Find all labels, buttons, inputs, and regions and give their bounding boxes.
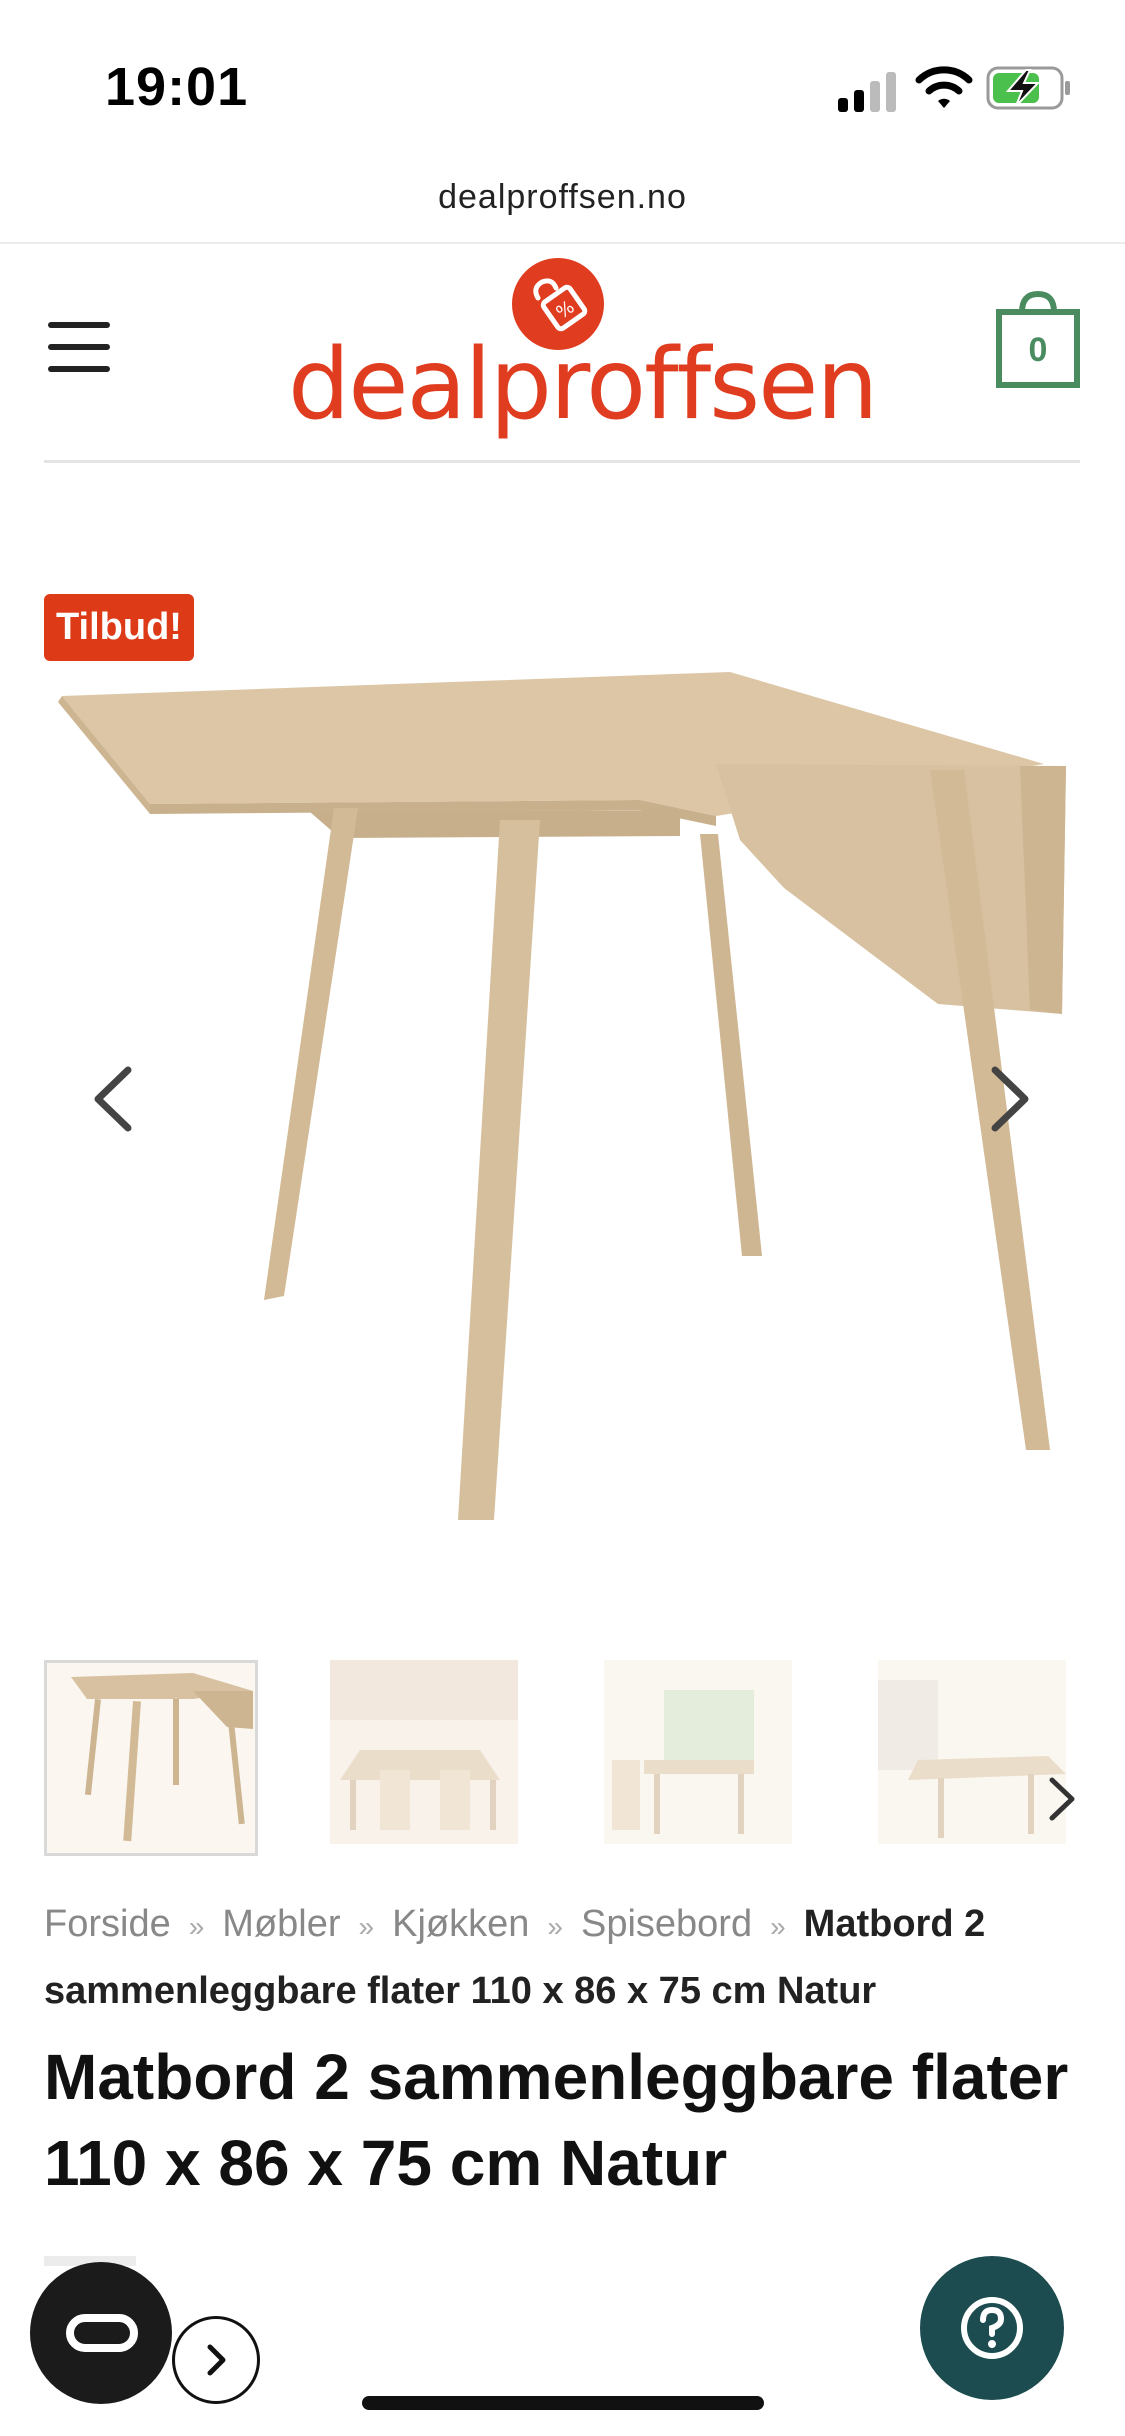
status-bar: 19:01 dealproffsen.no [0,0,1125,216]
thumbnail-4[interactable] [878,1660,1066,1844]
question-icon [961,2297,1023,2359]
breadcrumb-link-mobler[interactable]: Møbler [222,1903,340,1945]
breadcrumb-separator: » [358,1911,375,1942]
battery-charging-icon [986,66,1070,110]
cart-count[interactable]: 0 [996,310,1080,390]
breadcrumb: Forside» Møbler» Kjøkken» Spisebord» Matbord… [44,1892,1084,2023]
logo-wordmark[interactable]: dealproffsen [288,328,879,442]
signal-icon [838,72,896,112]
help-button[interactable] [920,2256,1064,2400]
accessibility-button[interactable] [30,2262,172,2404]
breadcrumb-link-spisebord[interactable]: Spisebord [581,1903,752,1945]
url-bar[interactable]: dealproffsen.no [0,178,1125,217]
product-title: Matbord 2 sammenleggbare flater 110 x 86… [44,2041,1069,2199]
breadcrumb-separator: » [547,1911,563,1942]
status-time: 19:01 [105,57,249,117]
thumbnail-next-arrow[interactable] [1046,1776,1076,1822]
thumbnail-1[interactable] [44,1660,258,1856]
next-image-arrow[interactable] [985,1064,1035,1134]
wifi-icon [915,66,973,108]
expand-toolbar-button[interactable] [172,2316,260,2404]
breadcrumb-link-home[interactable]: Forside [44,1903,171,1945]
link-toggle-icon [66,2314,138,2352]
url-divider [0,242,1125,244]
breadcrumb-separator: » [770,1911,786,1942]
thumbnail-3[interactable] [604,1660,792,1844]
thumbnail-2[interactable] [330,1660,518,1844]
header-divider [44,460,1080,463]
breadcrumb-link-kjokken[interactable]: Kjøkken [392,1903,529,1945]
breadcrumb-separator: » [188,1911,205,1942]
home-indicator[interactable] [362,2396,764,2410]
thumbnail-strip [44,1660,1084,1860]
previous-image-arrow[interactable] [88,1064,138,1134]
menu-button[interactable] [48,322,114,372]
product-image[interactable] [40,640,1085,1540]
menu-icon [48,322,110,328]
chevron-right-icon [207,2344,226,2376]
